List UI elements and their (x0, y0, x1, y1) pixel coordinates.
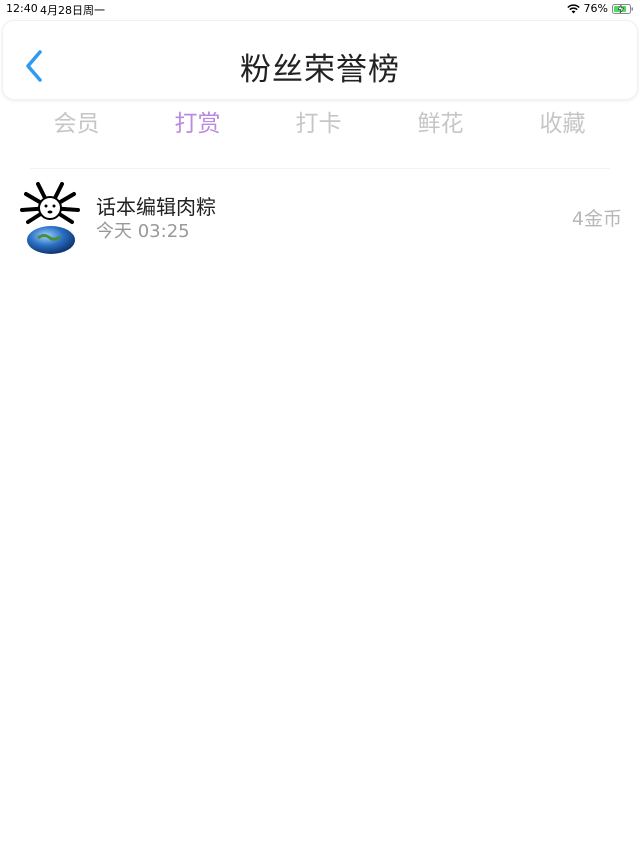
tab-bar: 会员 打赏 打卡 鲜花 收藏 (0, 104, 640, 144)
tab-favorites[interactable]: 收藏 (502, 104, 623, 138)
tab-checkin[interactable]: 打卡 (258, 104, 379, 138)
battery-percent: 76% (583, 2, 608, 15)
tip-amount: 4金币 (571, 208, 622, 230)
status-time: 12:40 (6, 2, 38, 15)
status-bar: 12:40 4月28日周一 76% (0, 0, 640, 18)
divider (30, 168, 610, 169)
tab-flowers[interactable]: 鲜花 (380, 104, 501, 138)
tab-members[interactable]: 会员 (16, 104, 137, 138)
wifi-icon (566, 3, 580, 13)
page-title: 粉丝荣誉榜 (240, 52, 400, 88)
status-date: 4月28日周一 (40, 4, 105, 17)
tab-tips[interactable]: 打赏 (137, 104, 258, 138)
battery-charging-icon (612, 3, 633, 14)
user-name: 话本编辑肉粽 (96, 195, 216, 219)
earth-meme-avatar-icon (20, 182, 80, 254)
list-item[interactable]: 话本编辑肉粽 今天 03:25 4金币 (0, 172, 640, 256)
timestamp: 今天 03:25 (96, 221, 190, 242)
status-indicators: 76% (566, 2, 634, 15)
